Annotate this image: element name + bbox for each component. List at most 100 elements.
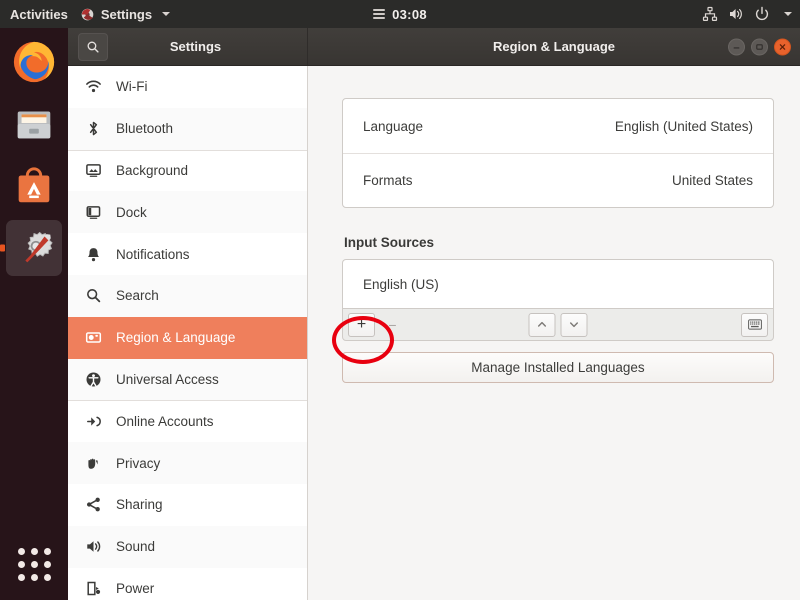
sidebar-item-notifications[interactable]: Notifications bbox=[68, 233, 307, 275]
reorder-buttons bbox=[528, 312, 588, 337]
privacy-hand-icon bbox=[84, 454, 102, 472]
dock-item-settings[interactable] bbox=[6, 220, 62, 276]
activities-button[interactable]: Activities bbox=[0, 7, 80, 22]
sound-icon bbox=[84, 538, 102, 556]
sidebar-item-label: Search bbox=[116, 288, 159, 304]
minimize-icon bbox=[733, 46, 740, 49]
firefox-icon bbox=[13, 41, 55, 83]
universal-access-icon bbox=[84, 370, 102, 388]
dock-item-ubuntu-software[interactable] bbox=[6, 158, 62, 214]
window-header: Region & Language bbox=[308, 28, 800, 65]
sidebar-header: Settings bbox=[68, 28, 308, 65]
chevron-down-icon bbox=[569, 322, 579, 328]
system-indicators[interactable] bbox=[702, 0, 792, 28]
keyboard-preview-button[interactable] bbox=[741, 312, 768, 337]
settings-sidebar: Wi-Fi Bluetooth Background Dock Notifica… bbox=[68, 66, 308, 600]
bell-icon bbox=[84, 245, 102, 263]
sidebar-header-title: Settings bbox=[169, 39, 222, 54]
move-down-button[interactable] bbox=[560, 312, 588, 337]
settings-window: Settings Region & Language Wi-Fi Bluetoo… bbox=[68, 28, 800, 600]
sidebar-item-label: Wi-Fi bbox=[116, 79, 148, 95]
sidebar-item-power[interactable]: Power bbox=[68, 567, 307, 600]
list-item[interactable]: English (US) bbox=[343, 260, 773, 308]
formats-row[interactable]: Formats United States bbox=[343, 153, 773, 207]
power-icon[interactable] bbox=[754, 6, 770, 22]
app-menu-button[interactable]: Settings bbox=[80, 6, 171, 22]
file-manager-icon bbox=[17, 111, 51, 139]
dock-item-files[interactable] bbox=[6, 96, 62, 152]
formats-label: Formats bbox=[363, 173, 413, 188]
keyboard-icon bbox=[747, 319, 762, 330]
language-formats-card: Language English (United States) Formats… bbox=[342, 98, 774, 208]
close-button[interactable] bbox=[774, 38, 791, 55]
search-icon bbox=[87, 41, 99, 53]
app-menu-label: Settings bbox=[100, 6, 153, 22]
sidebar-item-label: Online Accounts bbox=[116, 414, 214, 430]
window-controls bbox=[728, 38, 791, 55]
sidebar-item-sound[interactable]: Sound bbox=[68, 525, 307, 568]
sidebar-item-label: Background bbox=[116, 163, 189, 179]
desktop-screen: Activities Settings 03:08 Settings Regio… bbox=[0, 0, 800, 600]
show-applications-button[interactable] bbox=[6, 536, 62, 592]
sidebar-item-label: Sharing bbox=[116, 497, 163, 513]
input-sources-list: English (US) bbox=[342, 259, 774, 308]
sidebar-item-label: Privacy bbox=[116, 455, 161, 471]
power-battery-icon bbox=[84, 579, 102, 597]
language-value: English (United States) bbox=[614, 118, 753, 134]
add-input-source-button[interactable]: + bbox=[348, 312, 375, 337]
sidebar-item-sharing[interactable]: Sharing bbox=[68, 483, 307, 526]
minimize-button[interactable] bbox=[728, 38, 745, 55]
sidebar-item-label: Region & Language bbox=[116, 330, 236, 346]
input-sources-toolbar: + − bbox=[342, 308, 774, 341]
input-source-label: English (US) bbox=[363, 276, 439, 292]
sidebar-item-region-language[interactable]: Region & Language bbox=[68, 316, 307, 359]
search-button[interactable] bbox=[78, 32, 108, 61]
sidebar-item-search[interactable]: Search bbox=[68, 274, 307, 317]
dock-icon bbox=[84, 203, 102, 221]
chevron-down-icon[interactable] bbox=[784, 12, 792, 16]
sidebar-item-background[interactable]: Background bbox=[68, 149, 307, 192]
sharing-icon bbox=[84, 496, 102, 514]
window-titlebar: Settings Region & Language bbox=[68, 28, 800, 66]
settings-content: Language English (United States) Formats… bbox=[308, 66, 800, 600]
settings-icon bbox=[25, 231, 53, 263]
sidebar-item-label: Bluetooth bbox=[116, 121, 174, 137]
sidebar-item-bluetooth[interactable]: Bluetooth bbox=[68, 107, 307, 150]
sidebar-item-label: Universal Access bbox=[116, 371, 219, 387]
settings-app-icon bbox=[81, 8, 94, 20]
top-bar: Activities Settings 03:08 bbox=[0, 0, 800, 28]
sidebar-item-universal-access[interactable]: Universal Access bbox=[68, 358, 307, 401]
sidebar-item-label: Notifications bbox=[116, 246, 190, 262]
language-label: Language bbox=[363, 118, 424, 134]
hamburger-menu-icon[interactable] bbox=[373, 9, 386, 19]
clock[interactable]: 03:08 bbox=[392, 7, 427, 22]
sidebar-item-wifi[interactable]: Wi-Fi bbox=[68, 66, 307, 108]
show-applications-icon bbox=[17, 547, 51, 581]
close-icon bbox=[779, 43, 786, 50]
network-wired-icon[interactable] bbox=[702, 6, 718, 22]
sidebar-item-dock[interactable]: Dock bbox=[68, 191, 307, 234]
chevron-down-icon bbox=[162, 12, 171, 16]
ubuntu-software-icon bbox=[18, 167, 50, 203]
language-row[interactable]: Language English (United States) bbox=[343, 99, 773, 153]
online-accounts-icon bbox=[84, 413, 102, 431]
move-up-button[interactable] bbox=[528, 312, 556, 337]
search-icon bbox=[84, 287, 102, 305]
sidebar-item-label: Sound bbox=[116, 539, 156, 555]
remove-input-source-button[interactable]: − bbox=[379, 313, 406, 337]
maximize-button[interactable] bbox=[751, 38, 768, 55]
bluetooth-icon bbox=[84, 120, 102, 138]
window-body: Wi-Fi Bluetooth Background Dock Notifica… bbox=[68, 66, 800, 600]
maximize-icon bbox=[756, 43, 763, 50]
chevron-up-icon bbox=[537, 321, 547, 327]
formats-value: United States bbox=[671, 173, 753, 188]
dock-item-firefox[interactable] bbox=[6, 34, 62, 90]
sidebar-item-label: Power bbox=[116, 580, 155, 596]
launcher-dock bbox=[0, 28, 68, 600]
sidebar-item-online-accounts[interactable]: Online Accounts bbox=[68, 400, 307, 443]
wifi-icon bbox=[84, 78, 102, 96]
input-sources-heading: Input Sources bbox=[344, 235, 435, 250]
sidebar-item-privacy[interactable]: Privacy bbox=[68, 442, 307, 484]
volume-icon[interactable] bbox=[728, 6, 744, 22]
manage-installed-languages-button[interactable]: Manage Installed Languages bbox=[342, 352, 774, 383]
